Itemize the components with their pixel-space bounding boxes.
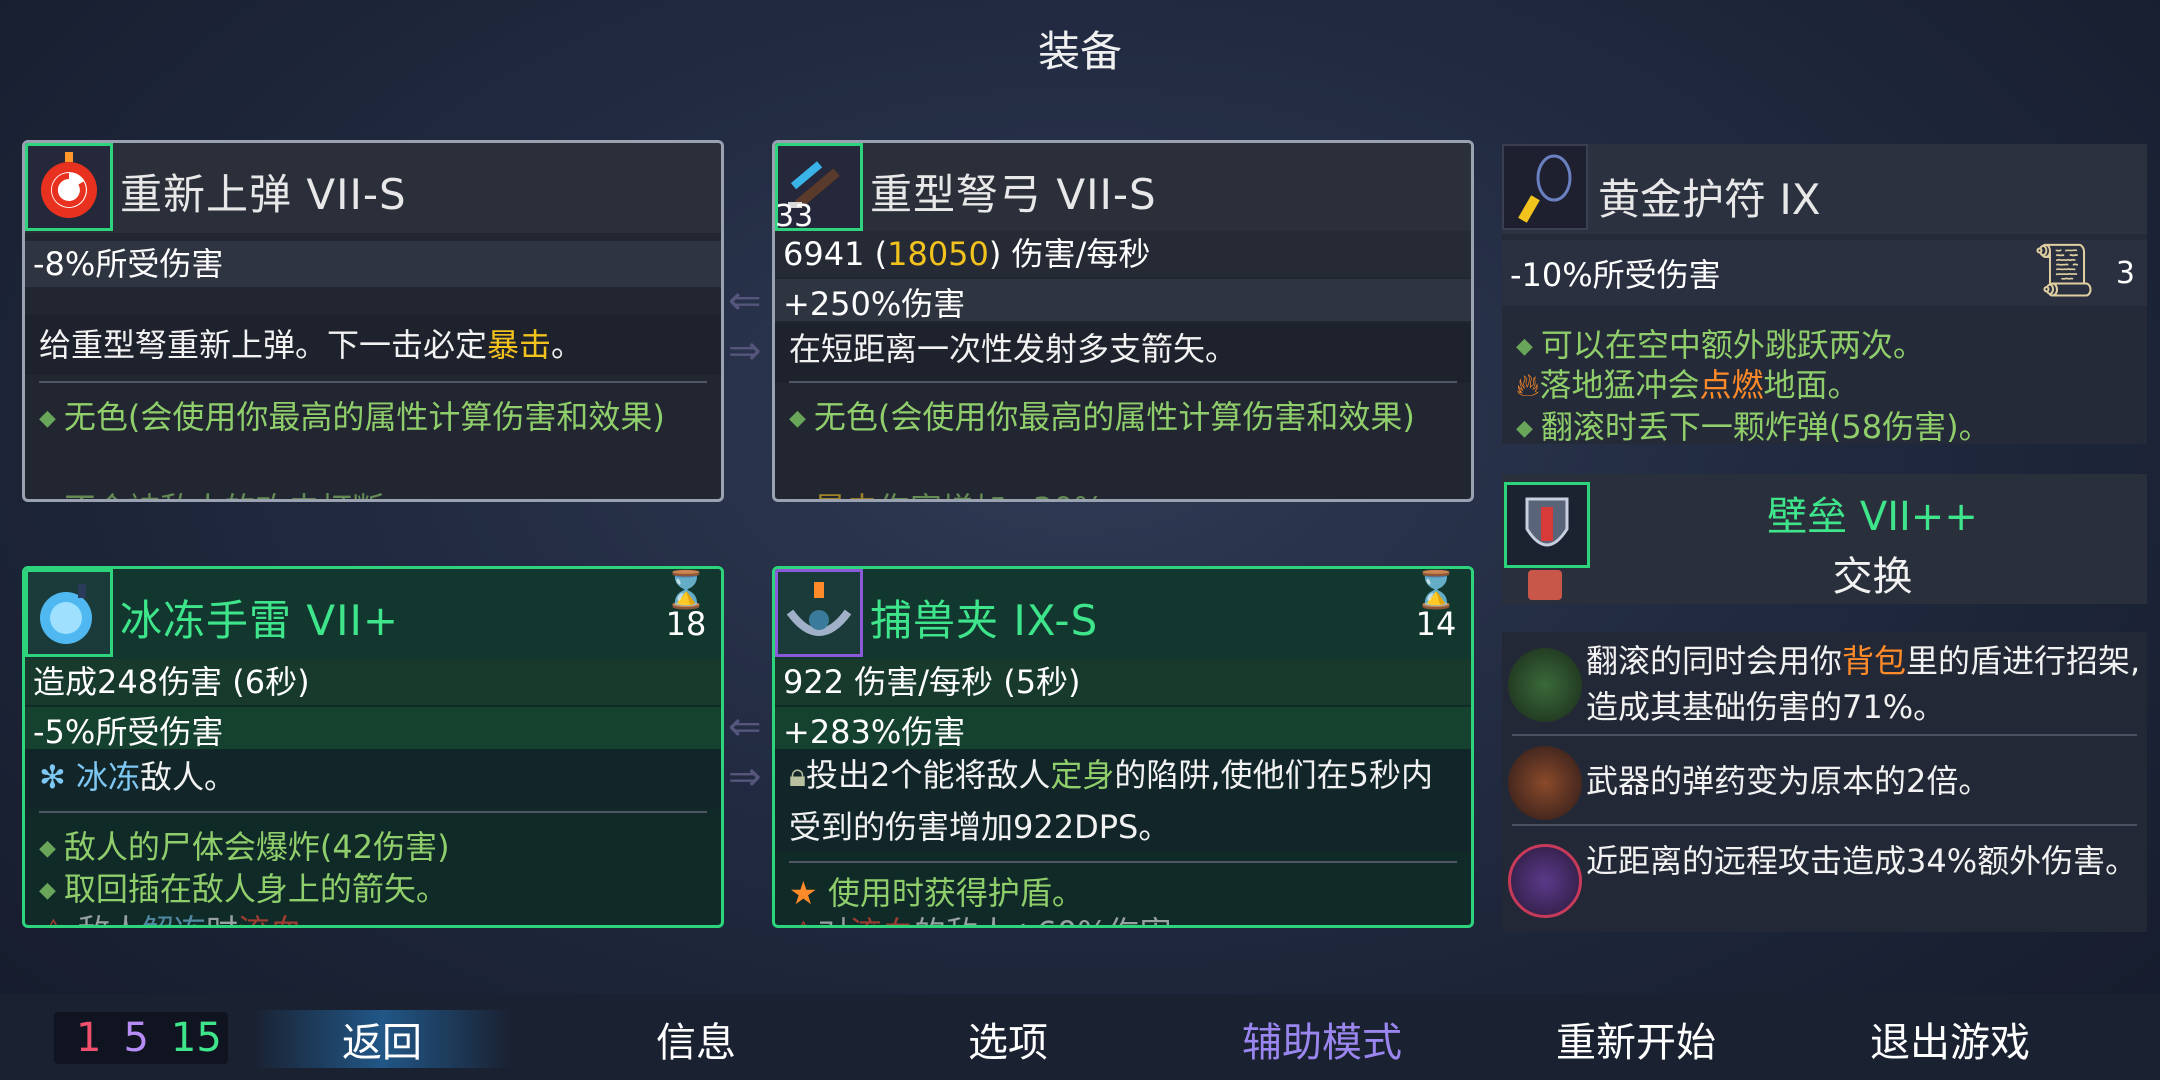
star-icon: ★ — [789, 874, 818, 912]
assist-mode-button[interactable]: 辅助模式 — [1192, 1010, 1452, 1068]
restart-button[interactable]: 重新开始 — [1506, 1010, 1766, 1068]
golden-amulet-icon — [1502, 144, 1588, 230]
bullet-uninterruptible: ◆不会被敌人的攻击打断 — [39, 485, 711, 499]
close-range-icon — [1508, 844, 1582, 918]
divider — [789, 381, 1457, 383]
perk-description: 翻滚的同时会用你背包里的盾进行招架,造成其基础伤害的71%。 — [1586, 642, 2141, 726]
perk-parry-roll[interactable]: 翻滚的同时会用你背包里的盾进行招架,造成其基础伤害的71%。 — [1502, 632, 2147, 736]
desc-text: 给重型弩重新上弹。下一击必定 — [39, 326, 488, 364]
info-button[interactable]: 信息 — [566, 1010, 826, 1068]
card-title: 冰冻手雷 VII+ — [120, 596, 400, 645]
ammo-perk-icon — [1508, 746, 1582, 820]
swap-button[interactable]: 交换 — [1598, 544, 2147, 602]
scroll-icon: 📜︎ — [2030, 241, 2097, 301]
divider — [1512, 734, 2137, 736]
dps-row: 922 伤害/每秒 (5秒) — [775, 659, 1471, 705]
bullet-colorless: ◆ 无色(会使用你最高的属性计算伤害和效果) — [789, 398, 1415, 436]
tactics-level: 5 — [123, 1015, 149, 1061]
bullet-crit-damage: ◆暴击伤害增加+30% — [789, 485, 1461, 499]
swap-arrow-right-icon[interactable]: ⇒ — [728, 754, 762, 800]
freeze-grenade-icon — [25, 569, 113, 657]
skill-card-freeze-grenade[interactable]: 冰冻手雷 VII+ ⌛ 18 造成248伤害 (6秒) -5%所受伤害 ✻ 冰冻… — [22, 566, 724, 928]
divider — [789, 861, 1457, 863]
skill-card-reload[interactable]: 重新上弹 VII-S -8%所受伤害 给重型弩重新上弹。下一击必定暴击。 ◆ 无色… — [22, 140, 724, 502]
bear-trap-icon — [775, 569, 863, 657]
damage-row: 造成248伤害 (6秒) — [25, 659, 721, 705]
parry-roll-icon — [1508, 648, 1582, 722]
desc-text-end: 。 — [551, 326, 584, 364]
dps-row: 6941 (18050) 伤害/每秒 — [775, 231, 1471, 277]
crit-dps-value: 18050 — [887, 235, 989, 273]
crit-keyword: 暴击 — [487, 326, 552, 364]
damage-bonus-row: +250%伤害 — [775, 279, 1471, 323]
perk-description: 武器的弹药变为原本的2倍。 — [1586, 762, 1991, 800]
card-description: 🔒︎投出2个能将敌人定身的陷阱,使他们在5秒内受到的伤害增加922DPS。 — [775, 749, 1471, 853]
bullet-thaw-bleed: ⚠ 敌人解冻时流血。 — [39, 907, 711, 925]
card-description: 在短距离一次性发射多支箭矢。 — [775, 323, 1471, 383]
card-title: 捕兽夹 IX-S — [870, 596, 1099, 645]
bullet-double-jump: ◆ 可以在空中额外跳跃两次。 — [1516, 326, 1925, 364]
cooldown-indicator: ⌛ 18 — [661, 569, 711, 643]
freeze-status-icon: ✻ — [39, 758, 66, 796]
skill-card-bear-trap[interactable]: 捕兽夹 IX-S ⌛ 14 922 伤害/每秒 (5秒) +283%伤害 🔒︎投… — [772, 566, 1474, 928]
cooldown-indicator: ⌛ 14 — [1411, 569, 1461, 643]
bullet-colorless: ◆ 无色(会使用你最高的属性计算伤害和效果) — [39, 398, 665, 436]
root-keyword: 定身 — [1050, 756, 1115, 794]
damage-taken-row: -5%所受伤害 — [25, 707, 721, 751]
divider — [1512, 824, 2137, 826]
lock-icon: 🔒︎ — [789, 756, 807, 794]
mutation-icon — [1528, 570, 1562, 600]
freeze-keyword: 冰冻 — [75, 758, 140, 796]
cooldown-seconds: 18 — [665, 605, 707, 643]
damage-bonus-row: +283%伤害 — [775, 707, 1471, 751]
bullet-roll-bomb: ◆ 翻滚时丢下一颗炸弹(58伤害)。 — [1516, 408, 1991, 444]
stat-levels: 1 5 15 — [54, 1012, 228, 1064]
card-description: ✻ 冰冻敌人。 — [25, 749, 721, 809]
reload-icon — [25, 143, 113, 231]
bullet-ignite-ground: 🔥︎落地猛冲会点燃地面。 — [1516, 366, 1860, 404]
divider — [39, 381, 707, 383]
amulet-panel[interactable]: 黄金护符 IX -10%所受伤害 📜︎ 3 ◆ 可以在空中额外跳跃两次。 🔥︎落地… — [1502, 144, 2147, 444]
swap-arrow-left-icon[interactable]: ⇐ — [728, 704, 762, 750]
options-button[interactable]: 选项 — [878, 1010, 1138, 1068]
swap-arrow-right-icon[interactable]: ⇒ — [728, 328, 762, 374]
fire-icon: 🔥︎ — [1516, 366, 1540, 404]
bleed-warning-icon: ⚠ — [39, 912, 68, 925]
cooldown-seconds: 14 — [1415, 605, 1457, 643]
card-title: 重新上弹 VII-S — [120, 170, 407, 219]
divider — [39, 811, 707, 813]
ammo-count: 33 — [775, 199, 814, 234]
back-button[interactable]: 返回 — [252, 1010, 512, 1068]
shield-panel[interactable]: 壁垒 VII++ 交换 — [1502, 474, 2147, 604]
swap-arrow-left-icon[interactable]: ⇐ — [728, 278, 762, 324]
amulet-stat-row: -10%所受伤害 📜︎ 3 — [1502, 240, 2147, 306]
perks-panel: 翻滚的同时会用你背包里的盾进行招架,造成其基础伤害的71%。 武器的弹药变为原本… — [1502, 632, 2147, 932]
brutality-level: 1 — [76, 1015, 102, 1061]
bullet-bleed-bonus: ⚠对流血的敌人+60%伤害 — [789, 909, 1461, 925]
perk-description: 近距离的远程攻击造成34%额外伤害。 — [1586, 842, 2138, 880]
perk-close-range[interactable]: 近距离的远程攻击造成34%额外伤害。 — [1502, 828, 2147, 932]
shield-title: 壁垒 VII++ — [1767, 494, 1978, 540]
screen-title: 装备 — [1037, 27, 1122, 76]
rampart-shield-icon — [1504, 482, 1590, 568]
survival-level: 15 — [170, 1015, 222, 1061]
stat-row: -8%所受伤害 — [25, 241, 721, 287]
card-title: 重型弩弓 VII-S — [870, 170, 1157, 219]
amulet-title: 黄金护符 IX — [1598, 175, 1821, 224]
quit-game-button[interactable]: 退出游戏 — [1820, 1010, 2080, 1068]
card-description: 给重型弩重新上弹。下一击必定暴击。 — [25, 315, 721, 375]
bleed-warning-icon: ⚠ — [789, 914, 818, 925]
scroll-count: 3 — [2115, 256, 2135, 291]
perk-double-ammo[interactable]: 武器的弹药变为原本的2倍。 — [1502, 738, 2147, 826]
weapon-card-heavy-crossbow[interactable]: 33 重型弩弓 VII-S 6941 (18050) 伤害/每秒 +250%伤害… — [772, 140, 1474, 502]
